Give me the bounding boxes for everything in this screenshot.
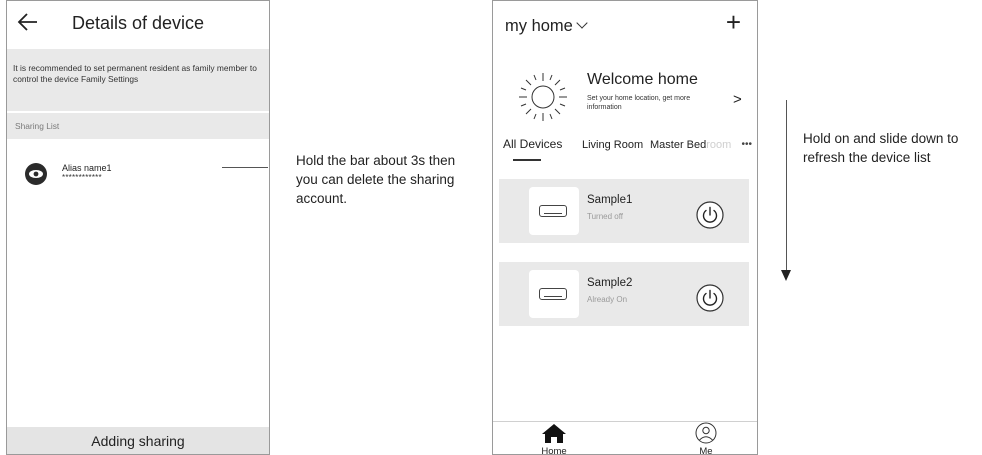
tab-master-bedroom-label: Master Bed: [650, 139, 707, 151]
home-screen: my home + Welcome home Set your home loc…: [492, 0, 758, 455]
power-icon[interactable]: [696, 201, 724, 229]
device-card[interactable]: Sample1 Turned off: [499, 179, 749, 243]
device-card[interactable]: Sample2 Already On: [499, 262, 749, 326]
refresh-instruction: Hold on and slide down to refresh the de…: [803, 131, 959, 165]
home-selector[interactable]: my home: [505, 17, 588, 36]
user-eye-icon: [29, 170, 43, 178]
sun-icon: [519, 73, 567, 121]
callout-connector-line: [222, 167, 268, 168]
home-icon: [542, 424, 566, 443]
masked-account: ************: [62, 173, 102, 182]
add-device-button[interactable]: +: [726, 7, 741, 38]
air-conditioner-icon: [539, 288, 567, 300]
user-icon: [695, 422, 717, 444]
nav-home-label: Home: [541, 446, 567, 455]
welcome-title: Welcome home: [587, 71, 698, 88]
device-name: Sample2: [587, 277, 633, 289]
adding-sharing-button[interactable]: Adding sharing: [7, 427, 269, 454]
device-status: Turned off: [587, 212, 624, 221]
nav-me-label: Me: [699, 446, 713, 455]
tab-master-bedroom[interactable]: Master Bedroom: [650, 139, 731, 151]
air-conditioner-icon: [539, 205, 567, 217]
device-name: Sample1: [587, 194, 633, 206]
tab-all-devices[interactable]: All Devices: [503, 137, 562, 151]
details-header: Details of device: [7, 1, 269, 49]
welcome-subtitle: Set your home location, get more informa…: [587, 95, 691, 111]
delete-sharing-instruction: Hold the bar about 3s then you can delet…: [296, 153, 456, 206]
tab-master-bedroom-faded: room: [706, 139, 732, 151]
set-location-arrow[interactable]: >: [733, 91, 742, 108]
sharing-list-header: Sharing List: [7, 113, 269, 139]
device-thumbnail: [529, 270, 579, 318]
device-status: Already On: [587, 295, 628, 304]
more-tabs-icon[interactable]: •••: [741, 139, 752, 150]
alias-name: Alias name1: [62, 163, 112, 173]
avatar: [25, 163, 47, 185]
active-tab-indicator: [513, 159, 541, 161]
nav-me[interactable]: Me: [691, 421, 721, 454]
sharing-list-item[interactable]: Alias name1 ************: [7, 149, 269, 193]
slide-down-arrow-line: [786, 100, 787, 272]
room-tabs: All Devices Living Room Master Bedroom •…: [493, 137, 757, 165]
nav-home[interactable]: Home: [539, 421, 569, 454]
home-name: my home: [505, 17, 573, 35]
family-settings-notice[interactable]: It is recommended to set permanent resid…: [7, 49, 269, 111]
power-icon[interactable]: [696, 284, 724, 312]
details-title: Details of device: [71, 13, 205, 33]
tab-living-room[interactable]: Living Room: [582, 139, 643, 151]
device-thumbnail: [529, 187, 579, 235]
device-details-screen: Details of device It is recommended to s…: [6, 0, 270, 455]
down-arrow-icon: [781, 270, 791, 281]
chevron-down-icon: [576, 17, 588, 29]
